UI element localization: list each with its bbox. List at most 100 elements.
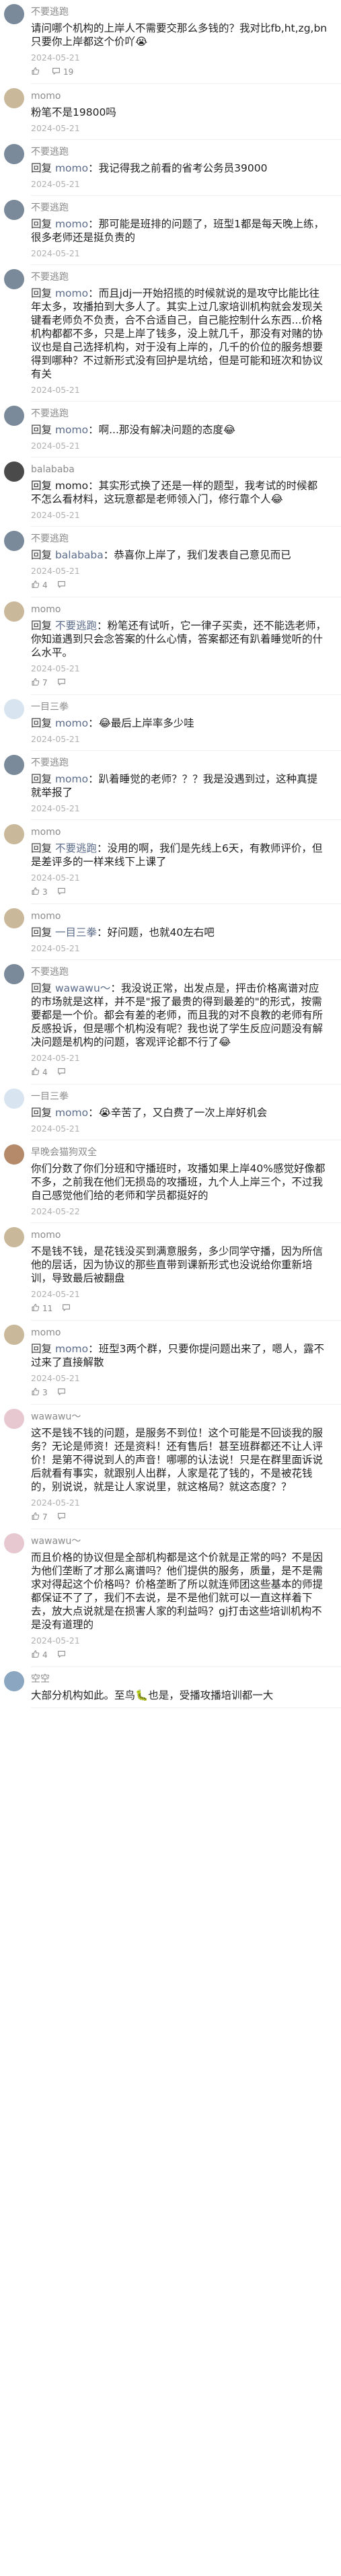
username[interactable]: 不要逃跑 xyxy=(31,966,328,978)
comment-item[interactable]: 不要逃跑 回复 momo：趴着睡觉的老师？？？我是没遇到过，这种真提就举报了 202… xyxy=(0,751,341,819)
avatar[interactable] xyxy=(4,269,24,289)
avatar[interactable] xyxy=(4,1144,24,1165)
username[interactable]: wawawu～ xyxy=(31,1411,328,1423)
reply-button[interactable] xyxy=(57,1650,69,1660)
reply-button[interactable] xyxy=(57,887,69,897)
mention-link[interactable]: momo xyxy=(55,424,88,436)
avatar[interactable] xyxy=(4,200,24,220)
like-button[interactable]: 3 xyxy=(31,1387,48,1398)
username[interactable]: 不要逃跑 xyxy=(31,146,328,158)
avatar[interactable] xyxy=(4,601,24,622)
avatar[interactable] xyxy=(4,964,24,984)
username[interactable]: 不要逃跑 xyxy=(31,757,328,769)
comment-item[interactable]: momo 回复 一目三拳：好问题，也就40左右吧 2024-05-21 xyxy=(0,904,341,959)
comment-text: 回复 momo：😭辛苦了，又白费了一次上岸好机会 xyxy=(31,1106,328,1119)
comment-text: 回复 wawawu～：我没说正常，出发点是，抨击价格离谱对应的市场就是这样，并不… xyxy=(31,982,328,1049)
like-button[interactable]: 7 xyxy=(31,1512,48,1522)
username[interactable]: momo xyxy=(31,826,328,838)
like-button[interactable] xyxy=(31,67,42,77)
avatar[interactable] xyxy=(4,1671,24,1691)
avatar[interactable] xyxy=(4,755,24,775)
username[interactable]: 不要逃跑 xyxy=(31,271,328,283)
comment-item[interactable]: balababa 回复 momo：其实形式换了还是一样的题型，我考试的时候都不怎么… xyxy=(0,457,341,526)
avatar[interactable] xyxy=(4,531,24,551)
avatar[interactable] xyxy=(4,908,24,928)
comment-content: ：我记得我之前看的省考公务员39000 xyxy=(88,162,268,174)
comment-item[interactable]: 不要逃跑 回复 momo：那可能是班排的问题了，班型1都是每天晚上练，很多老师还是… xyxy=(0,196,341,264)
username[interactable]: 不要逃跑 xyxy=(31,533,328,545)
comment-item[interactable]: 早晚会猫狗双全 你们分数了你们分班和守播班时，攻播如果上岸40%感觉好像都不多，之… xyxy=(0,1140,341,1222)
avatar[interactable] xyxy=(4,88,24,108)
comment-item[interactable]: 不要逃跑 回复 balababa：恭喜你上岸了，我们发表自己意见而已 2024-05… xyxy=(0,527,341,597)
avatar[interactable] xyxy=(4,1409,24,1429)
like-button[interactable]: 4 xyxy=(31,580,48,591)
like-button[interactable]: 3 xyxy=(31,887,48,897)
username[interactable]: momo xyxy=(31,603,328,616)
reply-button[interactable] xyxy=(62,1303,73,1314)
avatar[interactable] xyxy=(4,1533,24,1553)
username[interactable]: momo xyxy=(31,1327,328,1339)
mention-link[interactable]: momo xyxy=(55,773,88,785)
like-count: 4 xyxy=(42,581,48,590)
username[interactable]: 不要逃跑 xyxy=(31,6,328,18)
comment-item[interactable]: momo 回复 不要逃跑：粉笔还有试听，它一律子买卖，还不能选老师，你知道遇到只会… xyxy=(0,597,341,694)
username[interactable]: 空空 xyxy=(31,1673,328,1685)
avatar[interactable] xyxy=(4,1089,24,1109)
reply-button[interactable] xyxy=(57,1512,69,1522)
reply-button[interactable] xyxy=(57,580,69,591)
comment-item[interactable]: 不要逃跑 回复 momo：啊...那没有解决问题的态度😂 2024-05-21 xyxy=(0,402,341,457)
avatar[interactable] xyxy=(4,1325,24,1345)
comment-item[interactable]: momo 不是钱不钱，是花钱没买到满意服务，多少同学守播，因为所信他的层话，因为协… xyxy=(0,1223,341,1320)
mention-link[interactable]: momo xyxy=(55,1343,88,1355)
reply-button[interactable] xyxy=(57,677,69,688)
username[interactable]: 早晚会猫狗双全 xyxy=(31,1146,328,1158)
comment-item[interactable]: 不要逃跑 回复 momo：而且jdj一开始招揽的时候就说的是攻守比能比往年太多，攻… xyxy=(0,265,341,401)
comment-item[interactable]: 一目三拳 回复 momo：😭辛苦了，又白费了一次上岸好机会 2024-05-21 xyxy=(0,1084,341,1140)
avatar[interactable] xyxy=(4,1227,24,1247)
reply-button[interactable] xyxy=(57,1067,69,1078)
comment-text: 回复 momo：😂最后上岸率多少哇 xyxy=(31,716,328,730)
comment-item[interactable]: 一目三拳 回复 momo：😂最后上岸率多少哇 2024-05-21 xyxy=(0,695,341,750)
like-button[interactable]: 7 xyxy=(31,677,48,688)
mention-link[interactable]: balababa xyxy=(55,549,104,561)
username[interactable]: momo xyxy=(31,90,328,102)
mention-link[interactable]: momo xyxy=(55,218,88,230)
avatar[interactable] xyxy=(4,406,24,426)
comment-item[interactable]: wawawu～ 而且价格的协议但是全部机构都是这个价就是正常的吗？不是因为他们垄断… xyxy=(0,1529,341,1666)
username[interactable]: 不要逃跑 xyxy=(31,408,328,420)
avatar[interactable] xyxy=(4,4,24,24)
username[interactable]: wawawu～ xyxy=(31,1535,328,1547)
mention-link[interactable]: wawawu～ xyxy=(55,982,110,994)
avatar[interactable] xyxy=(4,699,24,719)
comment-item[interactable]: momo 回复 momo：班型3两个群，只要你提问题出来了，嗯人，露不过来了直接解… xyxy=(0,1321,341,1404)
comment-item[interactable]: wawawu～ 这不是钱不钱的问题，是服务不到位！这个可能是不回谈我的服务？无论是… xyxy=(0,1405,341,1529)
username[interactable]: 一目三拳 xyxy=(31,701,328,713)
mention-link[interactable]: 不要逃跑 xyxy=(55,842,97,854)
mention-link[interactable]: momo xyxy=(55,717,88,729)
comment-item[interactable]: 空空 大部分机构如此。至鸟🐛也是，受播攻播培训都一大 xyxy=(0,1667,341,1707)
like-button[interactable]: 4 xyxy=(31,1067,48,1078)
mention-link[interactable]: momo xyxy=(55,1107,88,1119)
username[interactable]: 不要逃跑 xyxy=(31,202,328,214)
avatar[interactable] xyxy=(4,824,24,844)
reply-button[interactable]: 19 xyxy=(52,67,73,77)
comment-item[interactable]: momo 回复 不要逃跑：没用的啊，我们是先线上6天，有教师评价，但是差评多的一样… xyxy=(0,820,341,904)
comment-item[interactable]: 不要逃跑 回复 momo：我记得我之前看的省考公务员39000 2024-05-21 xyxy=(0,140,341,195)
reply-button[interactable] xyxy=(57,1387,69,1398)
reply-keyword: 回复 xyxy=(31,773,52,785)
username[interactable]: momo xyxy=(31,1229,328,1241)
mention-link[interactable]: momo xyxy=(55,162,88,174)
mention-link[interactable]: 一目三拳 xyxy=(55,926,97,939)
avatar[interactable] xyxy=(4,144,24,164)
comment-item[interactable]: 不要逃跑回复 wawawu～：我没说正常，出发点是，抨击价格离谱对应的市场就是这… xyxy=(0,960,341,1084)
comment-item[interactable]: momo 粉笔不是19800吗 2024-05-21 xyxy=(0,84,341,139)
like-button[interactable]: 11 xyxy=(31,1303,52,1314)
like-button[interactable]: 4 xyxy=(31,1650,48,1660)
username[interactable]: balababa xyxy=(31,464,328,476)
mention-link[interactable]: 不要逃跑 xyxy=(55,620,97,632)
mention-link[interactable]: momo xyxy=(55,287,88,299)
username[interactable]: 一目三拳 xyxy=(31,1091,328,1103)
username[interactable]: momo xyxy=(31,910,328,922)
comment-item[interactable]: 不要逃跑 请问哪个机构的上岸人不需要交那么多钱的？我对比fb,ht,zg,bn只要… xyxy=(0,0,341,83)
avatar[interactable] xyxy=(4,462,24,482)
